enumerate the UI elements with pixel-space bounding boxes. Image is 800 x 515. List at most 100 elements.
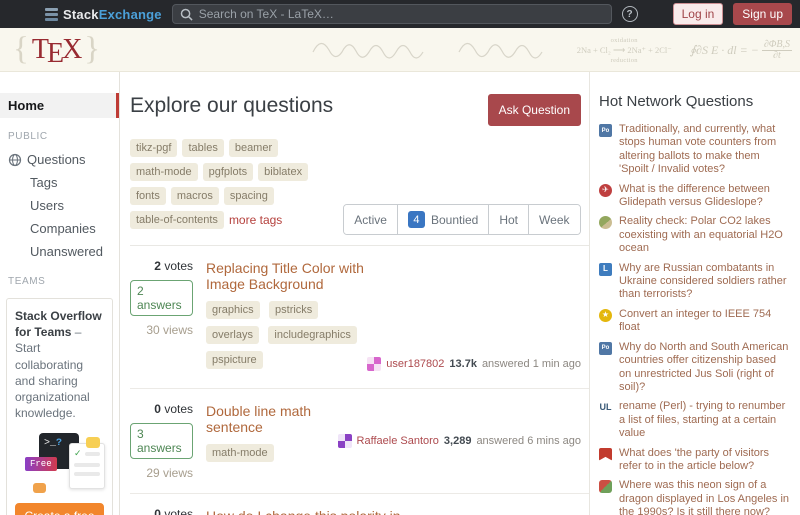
sidebar-item-label: Questions xyxy=(27,152,86,167)
user-link[interactable]: Raffaele Santoro xyxy=(357,435,439,447)
site-switcher-icon[interactable] xyxy=(648,8,663,20)
tag-pill[interactable]: pspicture xyxy=(206,351,263,369)
ask-question-button[interactable]: Ask Question xyxy=(488,94,581,126)
teams-promo-card: Stack Overflow for Teams – Start collabo… xyxy=(6,298,113,515)
tab-month[interactable]: Month xyxy=(580,205,582,234)
question-title-link[interactable]: Replacing Title Color with Image Backgro… xyxy=(206,260,367,292)
decorative-script xyxy=(309,34,559,66)
help-icon[interactable]: ? xyxy=(622,6,638,22)
hot-network-title: Hot Network Questions xyxy=(599,93,789,110)
search-icon xyxy=(180,8,193,21)
tag-pill[interactable]: tikz-pgf xyxy=(130,139,177,157)
tag-pill[interactable]: biblatex xyxy=(258,163,308,181)
answer-count-badge: 3 answers xyxy=(130,423,193,459)
question-row: 0 votes 3 answers 29 views Double line m… xyxy=(130,389,589,494)
speech-bubble-icon xyxy=(33,483,46,493)
tag-pill[interactable]: includegraphics xyxy=(268,326,356,344)
stackexchange-logo-icon xyxy=(45,8,58,21)
hot-question-link[interactable]: What is the difference between Glidepath… xyxy=(619,183,789,210)
filter-tags: tikz-pgf tables beamer math-mode pgfplot… xyxy=(130,139,343,235)
hot-question: UL rename (Perl) - trying to renumber a … xyxy=(599,400,789,440)
hot-question: Reality check: Polar CO2 lakes coexistin… xyxy=(599,215,789,255)
sidebar-item-companies[interactable]: Companies xyxy=(0,217,119,240)
avatar[interactable] xyxy=(338,434,352,448)
page-title: Explore our questions xyxy=(130,94,333,118)
stackexchange-logo[interactable]: StackExchange xyxy=(45,7,162,22)
tag-pill[interactable]: beamer xyxy=(229,139,278,157)
reputation: 3,289 xyxy=(444,435,472,447)
tag-pill[interactable]: overlays xyxy=(206,326,259,344)
view-count: 29 views xyxy=(146,466,193,480)
tag-pill[interactable]: tables xyxy=(182,139,223,157)
tex-logo-text: TEX xyxy=(32,34,81,66)
login-button[interactable]: Log in xyxy=(673,3,724,25)
vote-count: 2 votes xyxy=(154,259,193,273)
user-link[interactable]: user187802 xyxy=(386,358,444,370)
sidebar-section-public: PUBLIC xyxy=(0,118,119,148)
question-tags: math-mode xyxy=(206,443,338,468)
question-body: Double line math sentence math-mode xyxy=(206,402,338,480)
hot-question-link[interactable]: Traditionally, and currently, what stops… xyxy=(619,123,789,177)
bountied-count-badge: 4 xyxy=(408,211,425,228)
tag-pill[interactable]: pgfplots xyxy=(203,163,254,181)
maxwell-equation: ∮∂S E · dl = − ∂ΦB,S∂t xyxy=(690,39,792,62)
tag-pill[interactable]: math-mode xyxy=(130,163,198,181)
top-bar: StackExchange ? Log in Sign up xyxy=(0,0,800,28)
avatar[interactable] xyxy=(367,357,381,371)
hot-question-link[interactable]: rename (Perl) - trying to renumber a lis… xyxy=(619,400,789,440)
free-badge: Free xyxy=(25,457,57,471)
main-content: Explore our questions Ask Question tikz-… xyxy=(120,72,590,515)
hot-question-link[interactable]: Reality check: Polar CO2 lakes coexistin… xyxy=(619,215,789,255)
tag-pill[interactable]: math-mode xyxy=(206,444,274,462)
teams-card-title: Stack Overflow for Teams xyxy=(15,309,102,339)
hot-question-link[interactable]: Why do North and South American countrie… xyxy=(619,341,789,395)
sidebar-item-tags[interactable]: Tags xyxy=(0,171,119,194)
logo-brace-left: { xyxy=(13,33,29,66)
action-time: answered 6 mins ago xyxy=(476,435,581,447)
question-attribution: Raffaele Santoro 3,289 answered 6 mins a… xyxy=(338,434,585,448)
question-title-link[interactable]: How do I change this polarity in VSource… xyxy=(206,508,403,515)
site-icon-aviation: ✈ xyxy=(599,184,612,197)
site-icon-codegolf: ★ xyxy=(599,309,612,322)
teams-illustration: >_? Free ✓ xyxy=(17,431,102,495)
tag-pill[interactable]: graphics xyxy=(206,301,260,319)
tab-active[interactable]: Active xyxy=(344,205,397,234)
question-body: Replacing Title Color with Image Backgro… xyxy=(206,259,367,375)
speech-bubble-icon xyxy=(86,437,100,448)
question-title-link[interactable]: Double line math sentence xyxy=(206,403,338,435)
tab-hot[interactable]: Hot xyxy=(488,205,528,234)
hot-question: ★ Convert an integer to IEEE 754 float xyxy=(599,308,789,335)
search-bar xyxy=(172,4,612,24)
search-input[interactable] xyxy=(199,7,604,21)
more-tags-link[interactable]: more tags xyxy=(229,213,282,227)
sidebar-item-questions[interactable]: Questions xyxy=(0,148,119,171)
tag-pill[interactable]: spacing xyxy=(224,187,274,205)
view-count: 30 views xyxy=(146,323,193,337)
question-attribution: user187802 13.7k answered 1 min ago xyxy=(367,357,585,371)
hot-question: Po Traditionally, and currently, what st… xyxy=(599,123,789,177)
question-list: 2 votes 2 answers 30 views Replacing Tit… xyxy=(130,245,589,515)
hot-question-link[interactable]: Where was this neon sign of a dragon dis… xyxy=(619,479,789,515)
tag-pill[interactable]: table-of-contents xyxy=(130,211,224,229)
sidebar-item-users[interactable]: Users xyxy=(0,194,119,217)
site-icon-worldbuilding xyxy=(599,216,612,229)
tag-pill[interactable]: pstricks xyxy=(269,301,318,319)
site-icon-unix-linux: UL xyxy=(599,401,612,414)
action-time: answered 1 min ago xyxy=(482,358,581,370)
sidebar-item-unanswered[interactable]: Unanswered xyxy=(0,240,119,263)
reputation: 13.7k xyxy=(449,358,477,370)
hot-question-link[interactable]: What does 'the party of visitors refer t… xyxy=(619,447,789,474)
hot-question-link[interactable]: Why are Russian combatants in Ukraine co… xyxy=(619,262,789,302)
sidebar-item-home[interactable]: Home xyxy=(0,93,119,118)
tab-week[interactable]: Week xyxy=(528,205,579,234)
tab-bountied[interactable]: 4Bountied xyxy=(397,205,488,234)
site-icon-politics: Po xyxy=(599,342,612,355)
tag-pill[interactable]: fonts xyxy=(130,187,166,205)
signup-button[interactable]: Sign up xyxy=(733,3,792,25)
create-team-button[interactable]: Create a free Team xyxy=(15,503,104,515)
chemistry-equation: oxidation 2Na + Cl₂ ⟶ 2Na⁺ + 2Cl⁻ reduct… xyxy=(577,37,672,64)
tex-site-logo[interactable]: { TEX } xyxy=(13,33,100,66)
answer-count-badge: 2 answers xyxy=(130,280,193,316)
hot-question-link[interactable]: Convert an integer to IEEE 754 float xyxy=(619,308,789,335)
tag-pill[interactable]: macros xyxy=(171,187,219,205)
